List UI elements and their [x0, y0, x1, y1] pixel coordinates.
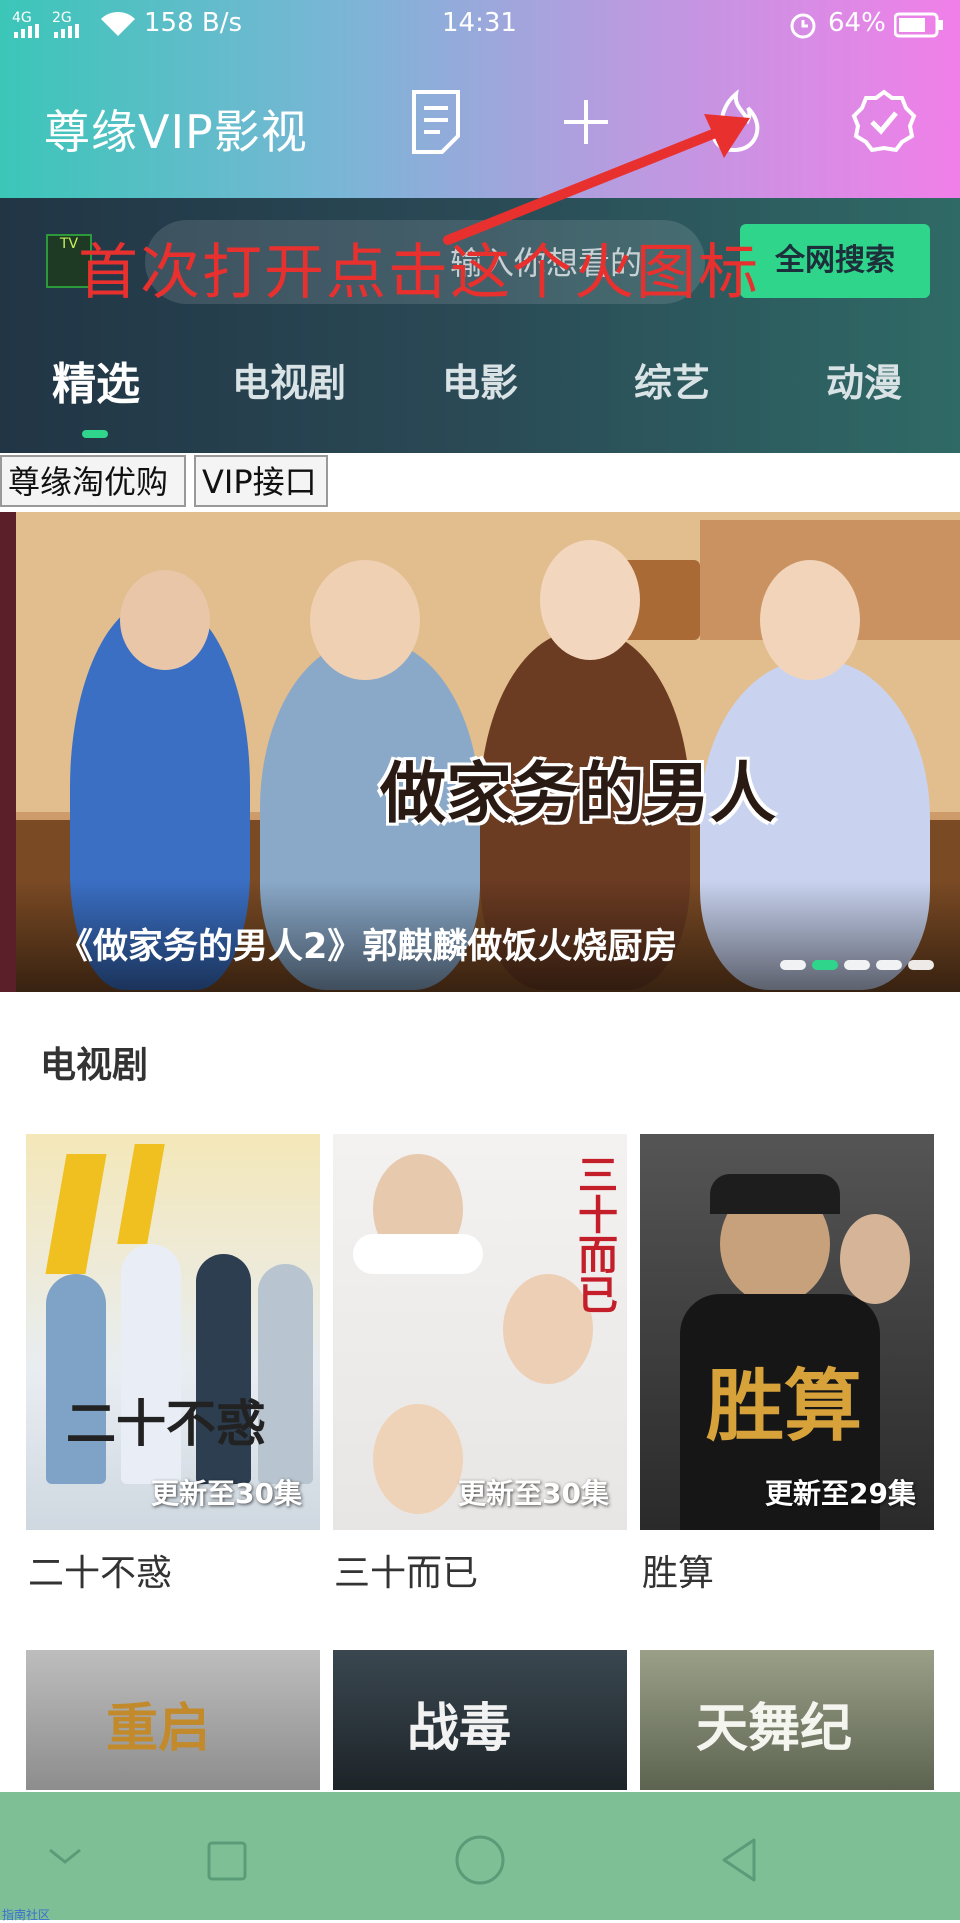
- recents-icon[interactable]: [202, 1836, 252, 1886]
- show-title[interactable]: 胜算: [642, 1544, 714, 1596]
- collapse-icon[interactable]: [40, 1836, 90, 1876]
- banner-show-logo: 做家务的男人: [380, 755, 776, 832]
- tab-featured[interactable]: 精选: [52, 348, 140, 412]
- poster-title-art: 胜算: [706, 1362, 863, 1452]
- battery-percent: 64%: [828, 8, 886, 38]
- episode-badge: 更新至30集: [151, 1477, 302, 1510]
- poster-face: [373, 1404, 463, 1514]
- poster-title-art: 三十而已: [571, 1154, 617, 1314]
- banner-prev-peek: [0, 512, 16, 992]
- banner-title: 《做家务的男人2》郭麒麟做饭火烧厨房: [58, 927, 678, 967]
- app-title: 尊缘VIP影视: [44, 105, 308, 159]
- status-bar: 4G 2G 158 B/s 14:31 64%: [0, 0, 960, 48]
- watermark: 指南社区: [2, 1908, 51, 1922]
- taobao-shop-button[interactable]: 尊缘淘优购: [0, 455, 186, 507]
- poster-card[interactable]: 二十不惑 更新至30集: [26, 1134, 320, 1530]
- banner-dot-1[interactable]: [780, 960, 806, 970]
- banner-face-2: [310, 560, 420, 680]
- banner-dot-3[interactable]: [844, 960, 870, 970]
- annotation-arrow-icon: [443, 114, 750, 245]
- poster-card[interactable]: 三十而已 更新至30集: [333, 1134, 627, 1530]
- banner-dot-4[interactable]: [876, 960, 902, 970]
- poster-card[interactable]: 战毒: [333, 1650, 627, 1790]
- vip-interface-button[interactable]: VIP接口: [194, 455, 328, 507]
- poster-title-art: 重启: [106, 1699, 211, 1759]
- banner-dot-2[interactable]: [812, 960, 838, 970]
- poster-card[interactable]: 胜算 更新至29集: [640, 1134, 934, 1530]
- poster-decor: [45, 1154, 107, 1274]
- poster-card[interactable]: 重启: [26, 1650, 320, 1790]
- poster-face: [840, 1214, 910, 1304]
- tab-movies[interactable]: 电影: [442, 352, 518, 407]
- banner-face-1: [120, 570, 210, 670]
- wifi-icon: [101, 11, 135, 36]
- battery-icon: [894, 12, 943, 38]
- network-speed: 158 B/s: [144, 8, 243, 38]
- poster-title-art: 二十不惑: [66, 1395, 266, 1453]
- show-title[interactable]: 二十不惑: [28, 1544, 172, 1596]
- tv-logo-text: TV: [59, 236, 79, 252]
- tab-variety[interactable]: 综艺: [634, 352, 710, 407]
- show-title[interactable]: 三十而已: [334, 1544, 478, 1596]
- section-title: 电视剧: [40, 1045, 149, 1086]
- poster-decor: [117, 1144, 165, 1244]
- home-icon[interactable]: [452, 1832, 508, 1888]
- back-icon[interactable]: [712, 1832, 768, 1888]
- banner-face-3: [540, 540, 640, 660]
- banner-dot-5[interactable]: [908, 960, 934, 970]
- poster-title-art: 天舞纪: [696, 1699, 853, 1759]
- tab-anime[interactable]: 动漫: [826, 352, 902, 407]
- banner-face-4: [760, 560, 860, 680]
- episode-badge: 更新至29集: [765, 1477, 916, 1510]
- tab-indicator: [82, 430, 108, 438]
- poster-card[interactable]: 天舞纪: [640, 1650, 934, 1790]
- episode-badge: 更新至30集: [458, 1477, 609, 1510]
- tab-tv-series[interactable]: 电视剧: [232, 352, 346, 407]
- verified-icon[interactable]: [850, 88, 918, 156]
- poster-figure: [353, 1234, 483, 1274]
- poster-cap: [710, 1174, 840, 1214]
- alarm-icon: [790, 13, 816, 39]
- poster-figure: [258, 1264, 313, 1484]
- signal-icon: [14, 24, 39, 38]
- clock: 14:31: [442, 8, 517, 38]
- poster-title-art: 战毒: [407, 1699, 512, 1759]
- signal-icon-2: [54, 24, 79, 38]
